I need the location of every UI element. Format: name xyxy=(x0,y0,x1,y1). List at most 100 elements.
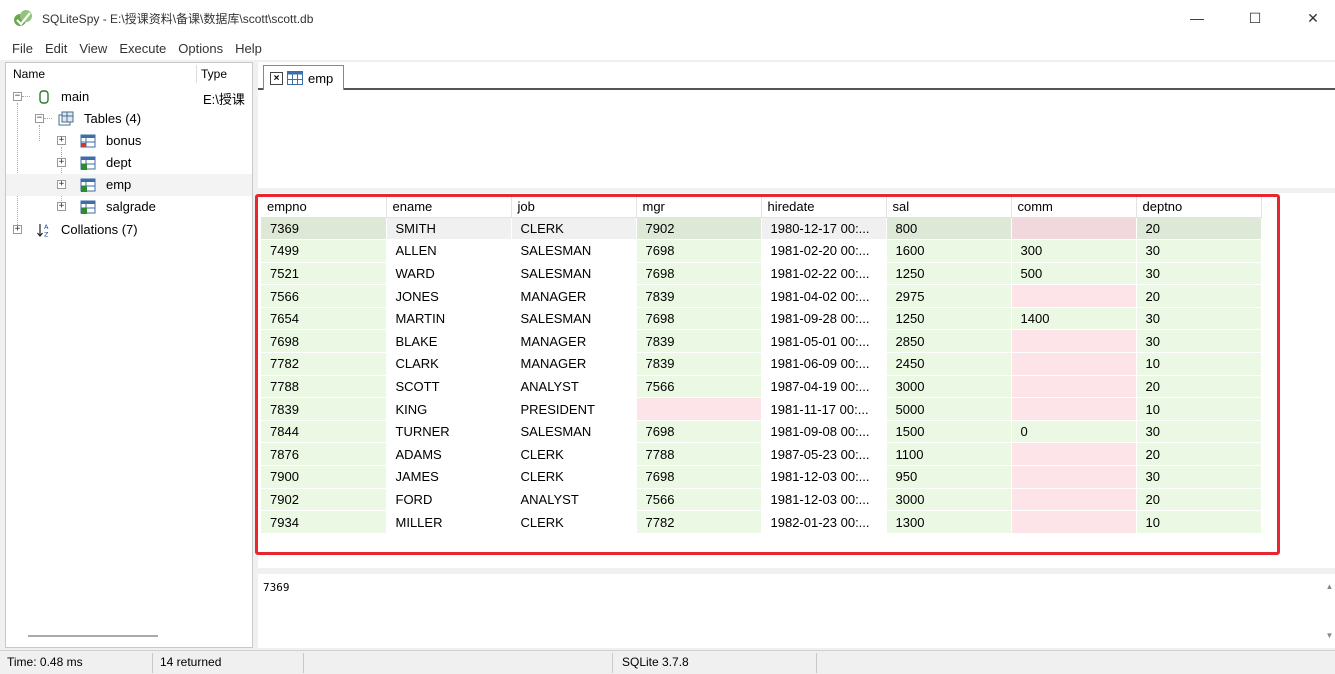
cell-comm[interactable]: 0 xyxy=(1011,420,1137,444)
cell-hiredate[interactable]: 1981-09-08 00:... xyxy=(761,420,887,444)
schema-tree[interactable]: Name Type − main E:\授课 − Tables (4) + bo… xyxy=(5,62,253,648)
cell-empno[interactable]: 7839 xyxy=(261,397,387,421)
tree-column-divider[interactable] xyxy=(196,65,197,83)
tree-item-table-bonus[interactable]: + bonus xyxy=(6,130,252,152)
cell-comm[interactable]: 300 xyxy=(1011,239,1137,263)
cell-job[interactable]: MANAGER xyxy=(511,352,637,376)
cell-empno[interactable]: 7876 xyxy=(261,442,387,467)
cell-deptno[interactable]: 10 xyxy=(1136,510,1262,534)
cell-ename[interactable]: CLARK xyxy=(386,352,512,376)
column-header-ename[interactable]: ename xyxy=(386,197,512,218)
expand-icon[interactable]: + xyxy=(13,225,22,234)
cell-sal[interactable]: 800 xyxy=(886,217,1012,241)
menu-edit[interactable]: Edit xyxy=(39,41,73,56)
cell-empno[interactable]: 7934 xyxy=(261,510,387,534)
cell-hiredate[interactable]: 1982-01-23 00:... xyxy=(761,510,887,534)
cell-deptno[interactable]: 30 xyxy=(1136,465,1262,489)
cell-comm[interactable] xyxy=(1011,442,1137,467)
cell-mgr[interactable]: 7902 xyxy=(636,217,762,241)
cell-empno[interactable]: 7902 xyxy=(261,488,387,512)
column-header-job[interactable]: job xyxy=(511,197,637,218)
cell-mgr[interactable]: 7839 xyxy=(636,329,762,354)
cell-sal[interactable]: 5000 xyxy=(886,397,1012,421)
cell-comm[interactable] xyxy=(1011,217,1137,241)
menu-help[interactable]: Help xyxy=(229,41,268,56)
cell-deptno[interactable]: 10 xyxy=(1136,352,1262,376)
table-row[interactable]: 7844 TURNER SALESMAN 7698 1981-09-08 00:... 1… xyxy=(261,420,1262,444)
cell-comm[interactable] xyxy=(1011,465,1137,489)
table-row[interactable]: 7876 ADAMS CLERK 7788 1987-05-23 00:... 1100 2… xyxy=(261,442,1262,467)
menu-file[interactable]: File xyxy=(6,41,39,56)
cell-hiredate[interactable]: 1981-12-03 00:... xyxy=(761,465,887,489)
tree-item-table-emp[interactable]: + emp xyxy=(6,174,252,196)
expand-icon[interactable]: + xyxy=(57,180,66,189)
cell-comm[interactable]: 500 xyxy=(1011,262,1137,286)
cell-hiredate[interactable]: 1981-02-22 00:... xyxy=(761,262,887,286)
cell-mgr[interactable]: 7788 xyxy=(636,442,762,467)
cell-job[interactable]: SALESMAN xyxy=(511,239,637,263)
cell-job[interactable]: ANALYST xyxy=(511,488,637,512)
cell-empno[interactable]: 7654 xyxy=(261,307,387,331)
cell-hiredate[interactable]: 1981-02-20 00:... xyxy=(761,239,887,263)
cell-mgr[interactable]: 7698 xyxy=(636,465,762,489)
cell-viewer-scrollbar[interactable]: ▲ ▼ xyxy=(1324,574,1335,648)
cell-comm[interactable] xyxy=(1011,329,1137,354)
cell-sal[interactable]: 2975 xyxy=(886,284,1012,308)
table-row[interactable]: 7369 SMITH CLERK 7902 1980-12-17 00:... 800 20 xyxy=(261,217,1262,241)
column-header-comm[interactable]: comm xyxy=(1011,197,1137,218)
scroll-down-icon[interactable]: ▼ xyxy=(1324,631,1335,640)
cell-empno[interactable]: 7782 xyxy=(261,352,387,376)
cell-mgr[interactable]: 7698 xyxy=(636,239,762,263)
table-row[interactable]: 7654 MARTIN SALESMAN 7698 1981-09-28 00:... 1… xyxy=(261,307,1262,331)
cell-hiredate[interactable]: 1981-04-02 00:... xyxy=(761,284,887,308)
cell-comm[interactable] xyxy=(1011,284,1137,308)
cell-ename[interactable]: ADAMS xyxy=(386,442,512,467)
cell-sal[interactable]: 3000 xyxy=(886,375,1012,399)
cell-ename[interactable]: SCOTT xyxy=(386,375,512,399)
tree-column-type[interactable]: Type xyxy=(201,67,227,81)
cell-sal[interactable]: 1600 xyxy=(886,239,1012,263)
expand-icon[interactable]: + xyxy=(57,136,66,145)
cell-mgr[interactable]: 7782 xyxy=(636,510,762,534)
cell-job[interactable]: CLERK xyxy=(511,217,637,241)
cell-ename[interactable]: TURNER xyxy=(386,420,512,444)
cell-sal[interactable]: 1250 xyxy=(886,307,1012,331)
cell-comm[interactable] xyxy=(1011,510,1137,534)
menu-view[interactable]: View xyxy=(73,41,113,56)
cell-mgr[interactable]: 7698 xyxy=(636,420,762,444)
close-window-button[interactable]: ✕ xyxy=(1290,0,1335,36)
cell-empno[interactable]: 7788 xyxy=(261,375,387,399)
cell-sal[interactable]: 2450 xyxy=(886,352,1012,376)
cell-sal[interactable]: 950 xyxy=(886,465,1012,489)
cell-deptno[interactable]: 30 xyxy=(1136,262,1262,286)
cell-mgr[interactable]: 7698 xyxy=(636,307,762,331)
cell-ename[interactable]: ALLEN xyxy=(386,239,512,263)
cell-deptno[interactable]: 30 xyxy=(1136,307,1262,331)
column-header-deptno[interactable]: deptno xyxy=(1136,197,1262,218)
collapse-icon[interactable]: − xyxy=(35,114,44,123)
cell-empno[interactable]: 7698 xyxy=(261,329,387,354)
cell-mgr[interactable] xyxy=(636,397,762,421)
table-row[interactable]: 7782 CLARK MANAGER 7839 1981-06-09 00:... 245… xyxy=(261,352,1262,376)
cell-mgr[interactable]: 7566 xyxy=(636,488,762,512)
cell-empno[interactable]: 7844 xyxy=(261,420,387,444)
tree-horizontal-scrollbar[interactable] xyxy=(28,635,158,637)
cell-empno[interactable]: 7369 xyxy=(261,217,387,241)
cell-ename[interactable]: JONES xyxy=(386,284,512,308)
cell-deptno[interactable]: 20 xyxy=(1136,217,1262,241)
cell-deptno[interactable]: 20 xyxy=(1136,284,1262,308)
cell-deptno[interactable]: 20 xyxy=(1136,375,1262,399)
cell-hiredate[interactable]: 1981-05-01 00:... xyxy=(761,329,887,354)
cell-job[interactable]: PRESIDENT xyxy=(511,397,637,421)
column-header-mgr[interactable]: mgr xyxy=(636,197,762,218)
cell-ename[interactable]: SMITH xyxy=(386,217,512,241)
table-row[interactable]: 7566 JONES MANAGER 7839 1981-04-02 00:... 297… xyxy=(261,284,1262,308)
result-grid[interactable]: empno ename job mgr hiredate sal comm deptno 73… xyxy=(258,193,1335,568)
cell-empno[interactable]: 7521 xyxy=(261,262,387,286)
cell-hiredate[interactable]: 1981-11-17 00:... xyxy=(761,397,887,421)
cell-sal[interactable]: 3000 xyxy=(886,488,1012,512)
cell-sal[interactable]: 1300 xyxy=(886,510,1012,534)
tree-item-collations[interactable]: + A Z Collations (7) xyxy=(6,219,252,241)
column-header-sal[interactable]: sal xyxy=(886,197,1012,218)
cell-hiredate[interactable]: 1981-12-03 00:... xyxy=(761,488,887,512)
